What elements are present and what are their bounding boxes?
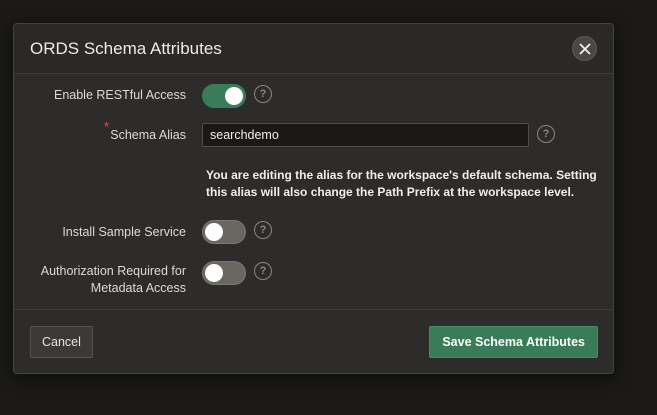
info-line-1: You are editing the alias for the worksp… (206, 168, 597, 182)
help-icon[interactable]: ? (537, 125, 555, 143)
schema-alias-info: You are editing the alias for the worksp… (206, 167, 606, 201)
save-schema-attributes-button[interactable]: Save Schema Attributes (429, 326, 598, 358)
auth-required-label-line-2: Metadata Access (90, 281, 186, 295)
help-icon[interactable]: ? (254, 221, 272, 239)
close-icon (579, 43, 590, 54)
auth-required-label-line-1: Authorization Required for (40, 264, 186, 278)
required-marker: * (104, 119, 110, 134)
ords-schema-attributes-dialog: ORDS Schema Attributes Enable RESTful Ac… (13, 23, 614, 374)
schema-alias-input[interactable] (202, 123, 529, 147)
toggle-knob (205, 264, 223, 282)
help-icon[interactable]: ? (254, 85, 272, 103)
info-line-2: this alias will also change the Path Pre… (206, 185, 575, 199)
enable-restful-label: Enable RESTful Access (53, 88, 186, 102)
auth-required-row: Authorization Required for Metadata Acce… (14, 260, 613, 300)
dialog-footer: Cancel Save Schema Attributes (14, 309, 613, 373)
schema-alias-label: Schema Alias (110, 128, 186, 142)
help-icon[interactable]: ? (254, 262, 272, 280)
schema-alias-row: * Schema Alias ? (14, 119, 613, 149)
enable-restful-row: Enable RESTful Access ? (14, 84, 613, 112)
install-sample-row: Install Sample Service ? (14, 219, 613, 247)
install-sample-toggle[interactable] (202, 220, 246, 244)
dialog-title: ORDS Schema Attributes (30, 39, 222, 58)
dialog-header: ORDS Schema Attributes (14, 24, 613, 74)
auth-required-toggle[interactable] (202, 261, 246, 285)
dialog-body: Enable RESTful Access ? * Schema Alias ?… (14, 74, 613, 310)
install-sample-label: Install Sample Service (62, 225, 186, 239)
cancel-button[interactable]: Cancel (30, 326, 93, 358)
enable-restful-toggle[interactable] (202, 84, 246, 108)
toggle-knob (205, 223, 223, 241)
close-button[interactable] (572, 36, 597, 61)
toggle-knob (225, 87, 243, 105)
auth-required-label: Authorization Required for Metadata Acce… (41, 263, 186, 297)
